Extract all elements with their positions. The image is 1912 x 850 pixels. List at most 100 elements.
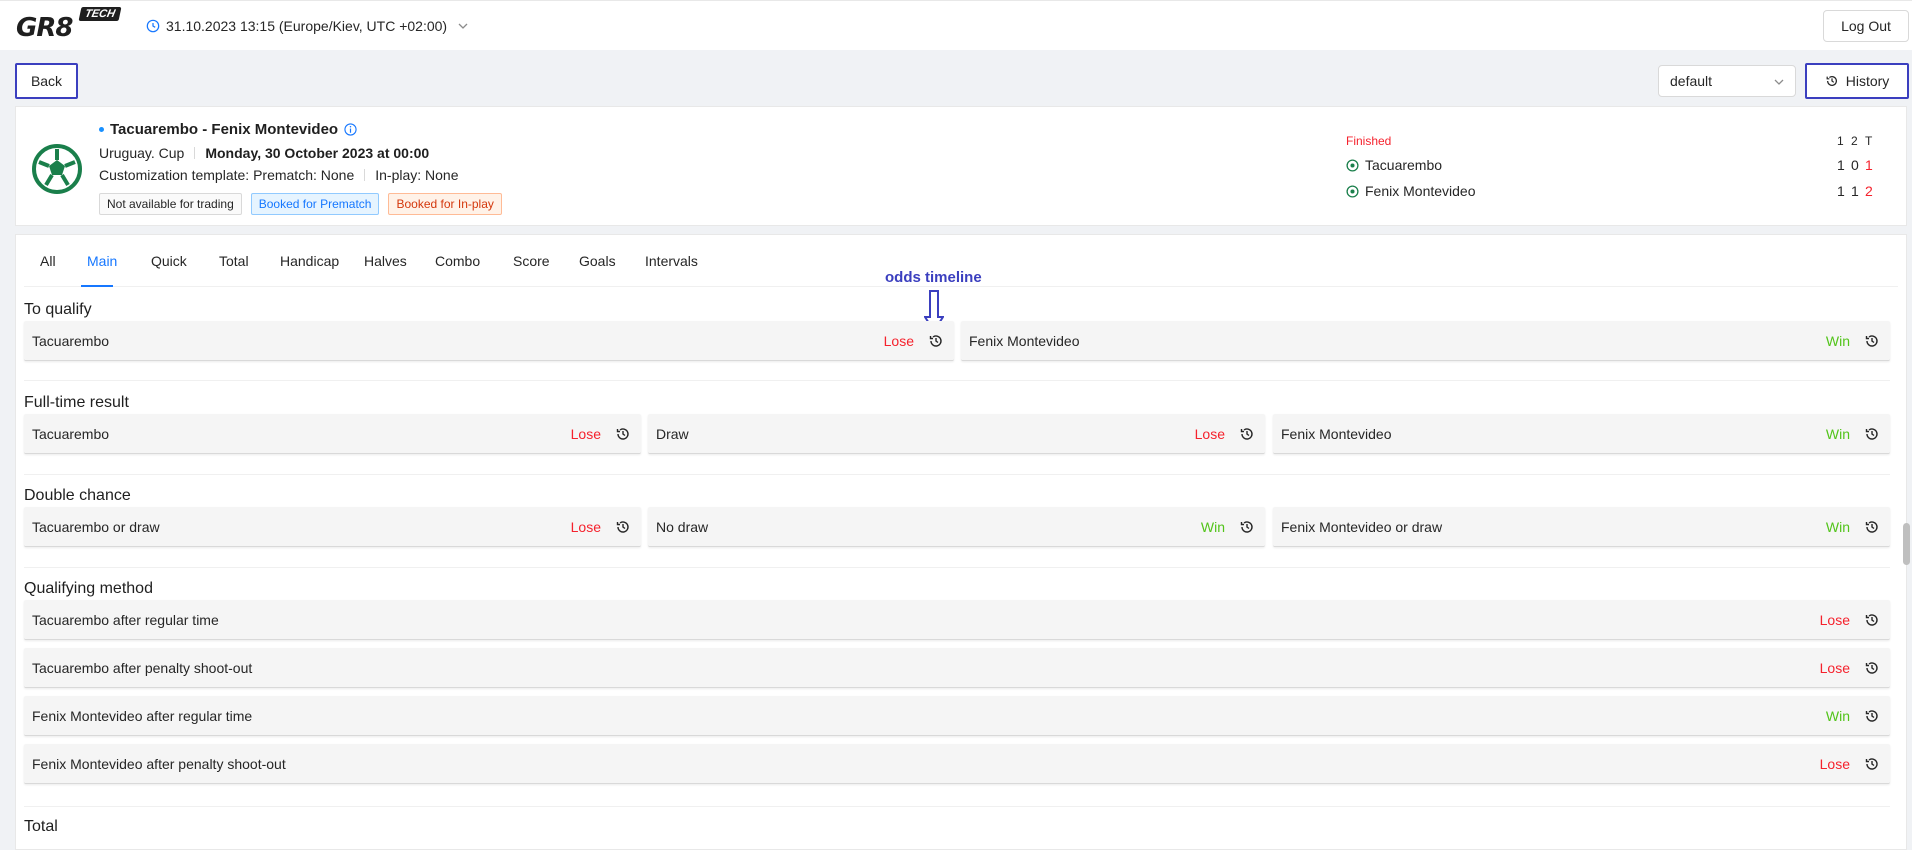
tab-total[interactable]: Total xyxy=(219,253,249,281)
logo: GR8 TECH xyxy=(16,7,126,43)
history-icon[interactable] xyxy=(1864,708,1880,724)
event-customization: Customization template: Prematch: None I… xyxy=(99,167,459,183)
history-icon[interactable] xyxy=(1239,426,1255,442)
top-bar: GR8 TECH 31.10.2023 13:15 (Europe/Kiev, … xyxy=(0,0,1912,50)
section-divider xyxy=(24,806,1890,807)
market-title-double-chance: Double chance xyxy=(24,487,131,504)
event-date: Monday, 30 October 2023 at 00:00 xyxy=(205,145,430,161)
outcome-card[interactable]: Tacuarembo after penalty shoot-out Lose xyxy=(24,648,1890,688)
outcome-result: Win xyxy=(1825,333,1850,349)
back-button[interactable]: Back xyxy=(15,63,78,99)
logo-text: GR8 xyxy=(16,13,73,43)
outcome-card[interactable]: Fenix Montevideo or draw Win xyxy=(1273,507,1890,547)
outcome-name: Fenix Montevideo after penalty shoot-out xyxy=(32,756,286,772)
outcome-card[interactable]: Fenix Montevideo after penalty shoot-out… xyxy=(24,744,1890,784)
football-icon xyxy=(1346,184,1359,198)
timezone-selector[interactable]: 31.10.2023 13:15 (Europe/Kiev, UTC +02:0… xyxy=(146,16,469,36)
history-icon[interactable] xyxy=(1864,612,1880,628)
event-title: Tacuarembo - Fenix Montevideo xyxy=(99,121,357,138)
scrollbar[interactable] xyxy=(1903,523,1910,565)
outcome-name: Fenix Montevideo xyxy=(1281,426,1392,442)
outcome-name: Fenix Montevideo or draw xyxy=(1281,519,1443,535)
history-icon[interactable] xyxy=(615,519,631,535)
history-icon[interactable] xyxy=(1864,660,1880,676)
score-away-2: 1 xyxy=(1851,183,1859,199)
outcome-result: Lose xyxy=(1819,612,1850,628)
market-title-full-time: Full-time result xyxy=(24,394,129,411)
timezone-text: 31.10.2023 13:15 (Europe/Kiev, UTC +02:0… xyxy=(166,18,448,34)
outcome-card[interactable]: Fenix Montevideo Win xyxy=(1273,414,1890,454)
score-header-total: T xyxy=(1865,134,1873,148)
history-icon xyxy=(1826,76,1837,86)
event-meta: Uruguay. Cup Monday, 30 October 2023 at … xyxy=(99,145,429,161)
outcome-card[interactable]: Fenix Montevideo after regular time Win xyxy=(24,696,1890,736)
chevron-down-icon xyxy=(458,23,468,29)
event-title-text: Tacuarembo - Fenix Montevideo xyxy=(110,121,339,138)
outcome-card[interactable]: Tacuarembo Lose xyxy=(24,414,641,454)
team-name-home: Tacuarembo xyxy=(1365,157,1443,173)
score-away-1: 1 xyxy=(1837,183,1845,199)
section-divider xyxy=(24,474,1890,475)
event-tags: Not available for trading Booked for Pre… xyxy=(99,193,502,215)
outcome-name: No draw xyxy=(656,519,709,535)
outcome-result: Lose xyxy=(1819,756,1850,772)
template-select-value: default xyxy=(1670,73,1713,89)
tab-score[interactable]: Score xyxy=(513,253,550,281)
outcome-card[interactable]: Tacuarembo Lose xyxy=(24,321,954,361)
history-icon[interactable] xyxy=(1239,519,1255,535)
odds-timeline-annotation: odds timeline xyxy=(885,269,982,286)
market-title-qualifying-method: Qualifying method xyxy=(24,580,153,597)
score-home-2: 0 xyxy=(1851,157,1859,173)
outcome-card[interactable]: Draw Lose xyxy=(648,414,1265,454)
outcome-result: Lose xyxy=(1194,426,1225,442)
tab-main[interactable]: Main xyxy=(87,253,117,281)
separator xyxy=(194,147,196,159)
football-icon xyxy=(32,144,82,194)
info-icon[interactable] xyxy=(344,123,357,136)
history-icon[interactable] xyxy=(928,333,944,349)
tab-intervals[interactable]: Intervals xyxy=(645,253,698,281)
outcome-card[interactable]: Tacuarembo after regular time Lose xyxy=(24,600,1890,640)
tab-quick[interactable]: Quick xyxy=(151,253,187,281)
history-icon[interactable] xyxy=(1864,756,1880,772)
history-icon[interactable] xyxy=(1864,333,1880,349)
score-header-2: 2 xyxy=(1851,134,1858,148)
outcome-result: Lose xyxy=(570,426,601,442)
clock-icon xyxy=(146,19,160,33)
tab-combo[interactable]: Combo xyxy=(435,253,480,281)
logout-button[interactable]: Log Out xyxy=(1823,10,1909,42)
history-label: History xyxy=(1845,73,1890,89)
separator xyxy=(364,169,366,181)
outcome-result: Lose xyxy=(1819,660,1850,676)
outcome-result: Win xyxy=(1825,708,1850,724)
logo-badge: TECH xyxy=(78,7,122,21)
score-header-1: 1 xyxy=(1837,134,1844,148)
history-icon[interactable] xyxy=(1864,519,1880,535)
outcome-name: Tacuarembo xyxy=(32,426,110,442)
competition: Uruguay. Cup xyxy=(99,145,185,161)
history-icon[interactable] xyxy=(1864,426,1880,442)
event-card: Tacuarembo - Fenix Montevideo Uruguay. C… xyxy=(15,106,1907,226)
outcome-result: Win xyxy=(1200,519,1225,535)
outcome-name: Tacuarembo or draw xyxy=(32,519,160,535)
outcome-name: Fenix Montevideo after regular time xyxy=(32,708,253,724)
market-title-total: Total xyxy=(24,818,58,835)
tab-all[interactable]: All xyxy=(40,253,56,281)
score-home-total: 1 xyxy=(1865,157,1873,173)
outcome-name: Tacuarembo after regular time xyxy=(32,612,219,628)
outcome-card[interactable]: Tacuarembo or draw Lose xyxy=(24,507,641,547)
tab-goals[interactable]: Goals xyxy=(579,253,616,281)
tab-halves[interactable]: Halves xyxy=(364,253,407,281)
outcome-card[interactable]: Fenix Montevideo Win xyxy=(961,321,1890,361)
history-icon[interactable] xyxy=(615,426,631,442)
score-home-1: 1 xyxy=(1837,157,1845,173)
outcome-name: Fenix Montevideo xyxy=(969,333,1080,349)
history-button[interactable]: History xyxy=(1805,63,1909,99)
chevron-down-icon xyxy=(1774,79,1784,85)
customization-prematch: Customization template: Prematch: None xyxy=(99,167,355,183)
template-select[interactable]: default xyxy=(1658,65,1796,97)
outcome-card[interactable]: No draw Win xyxy=(648,507,1265,547)
outcome-result: Lose xyxy=(570,519,601,535)
tab-handicap[interactable]: Handicap xyxy=(280,253,339,281)
tag-booked-inplay: Booked for In-play xyxy=(388,193,502,215)
